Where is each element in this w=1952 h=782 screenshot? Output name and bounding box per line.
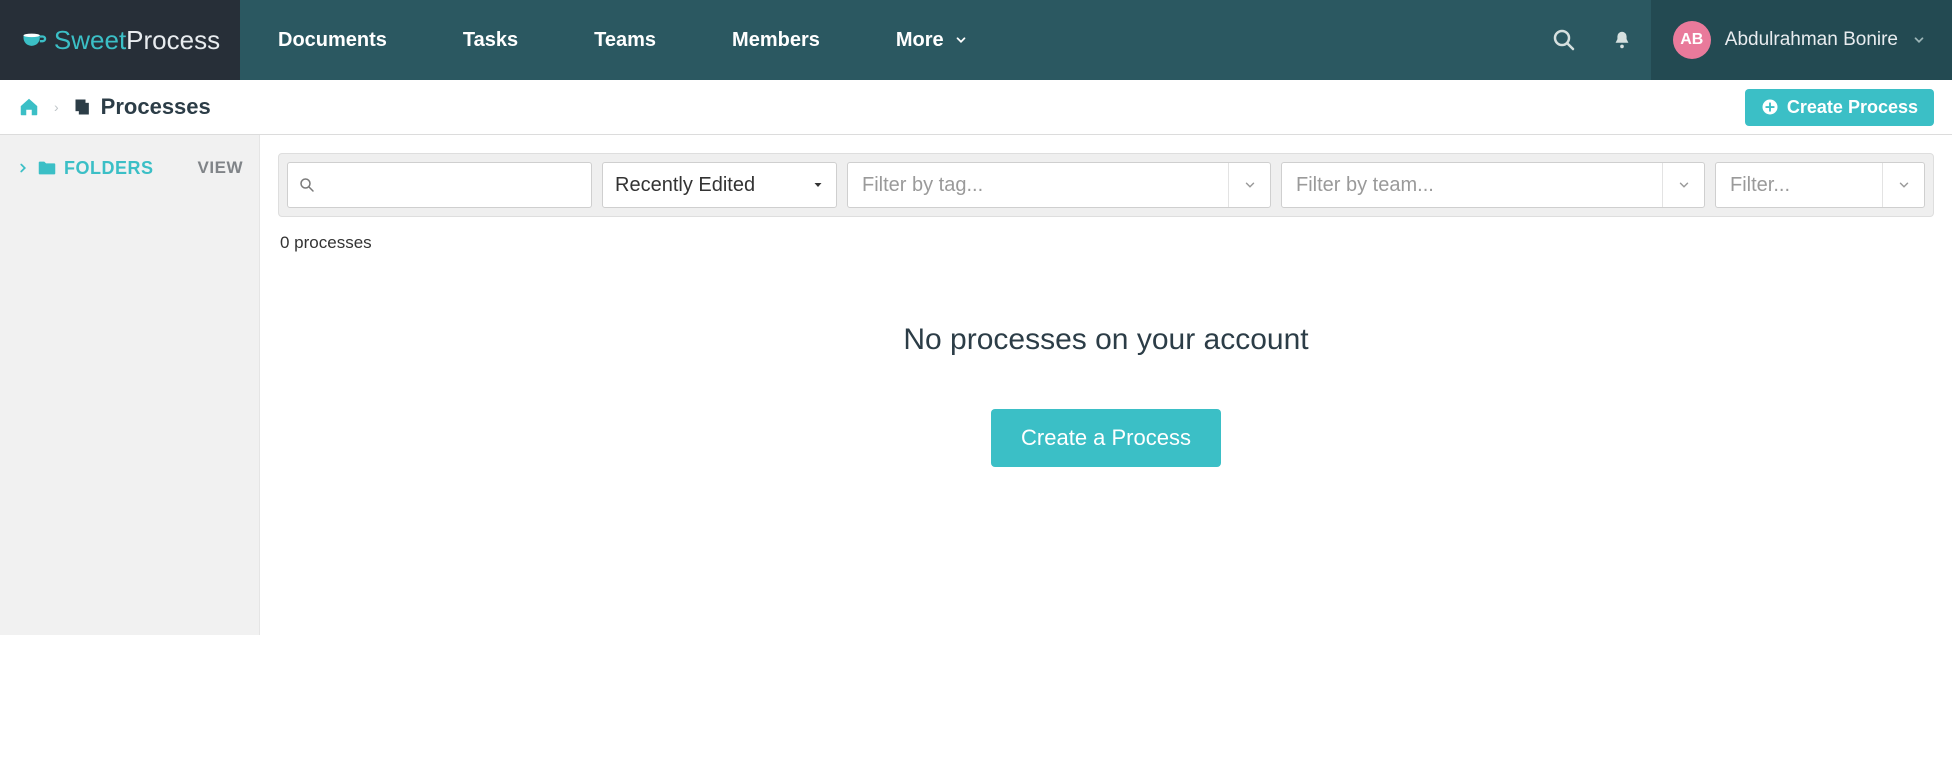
plus-circle-icon	[1761, 98, 1779, 116]
page-title: Processes	[101, 94, 211, 120]
filter-tag-select[interactable]: Filter by tag...	[847, 162, 1271, 208]
filter-tag-placeholder: Filter by tag...	[848, 174, 1228, 197]
process-count: 0 processes	[280, 233, 1952, 253]
filter-team-placeholder: Filter by team...	[1282, 174, 1662, 197]
processes-icon	[73, 97, 93, 117]
brand-cup-icon	[20, 26, 48, 54]
folder-icon	[36, 157, 58, 179]
home-icon[interactable]	[18, 96, 40, 118]
avatar: AB	[1673, 21, 1711, 59]
chevron-down-icon	[1912, 33, 1926, 47]
chevron-down-icon	[1228, 163, 1270, 207]
chevron-down-icon	[1882, 163, 1924, 207]
filter-generic-select[interactable]: Filter...	[1715, 162, 1925, 208]
search-input[interactable]	[324, 175, 581, 196]
bell-icon[interactable]	[1593, 0, 1651, 80]
user-name: Abdulrahman Bonire	[1725, 29, 1898, 51]
search-icon	[298, 176, 316, 194]
nav-members[interactable]: Members	[694, 0, 858, 80]
sidebar: FOLDERS VIEW	[0, 135, 260, 635]
top-nav: SweetProcess Documents Tasks Teams Membe…	[0, 0, 1952, 80]
nav-more[interactable]: More	[858, 0, 1006, 80]
sort-select[interactable]: Recently Edited	[602, 162, 837, 208]
chevron-down-icon	[954, 33, 968, 47]
filter-generic-placeholder: Filter...	[1716, 174, 1882, 197]
brand-text-process: Process	[126, 25, 220, 55]
user-menu[interactable]: AB Abdulrahman Bonire	[1651, 0, 1952, 80]
chevron-right-icon	[16, 161, 30, 175]
create-process-button[interactable]: Create Process	[1745, 89, 1934, 126]
filter-team-select[interactable]: Filter by team...	[1281, 162, 1705, 208]
brand-text-sweet: Sweet	[54, 25, 126, 55]
nav-documents[interactable]: Documents	[240, 0, 425, 80]
sort-selected-label: Recently Edited	[615, 174, 755, 197]
main-content: Recently Edited Filter by tag... Filter …	[260, 135, 1952, 635]
breadcrumb-separator: ›	[54, 99, 59, 115]
folders-toggle[interactable]: FOLDERS	[16, 157, 154, 179]
breadcrumb-bar: › Processes Create Process	[0, 80, 1952, 135]
search-icon[interactable]	[1535, 0, 1593, 80]
empty-state: No processes on your account Create a Pr…	[260, 323, 1952, 467]
brand-area[interactable]: SweetProcess	[0, 0, 240, 80]
nav-tasks[interactable]: Tasks	[425, 0, 556, 80]
folders-label: FOLDERS	[64, 158, 154, 179]
view-link[interactable]: VIEW	[198, 158, 243, 178]
nav-more-label: More	[896, 29, 944, 52]
nav-teams[interactable]: Teams	[556, 0, 694, 80]
search-input-wrap[interactable]	[287, 162, 592, 208]
filter-bar: Recently Edited Filter by tag... Filter …	[278, 153, 1934, 217]
caret-down-icon	[812, 179, 824, 191]
chevron-down-icon	[1662, 163, 1704, 207]
empty-state-title: No processes on your account	[260, 323, 1952, 357]
create-process-label: Create Process	[1787, 97, 1918, 118]
create-a-process-button[interactable]: Create a Process	[991, 409, 1221, 467]
primary-nav: Documents Tasks Teams Members More	[240, 0, 1006, 80]
